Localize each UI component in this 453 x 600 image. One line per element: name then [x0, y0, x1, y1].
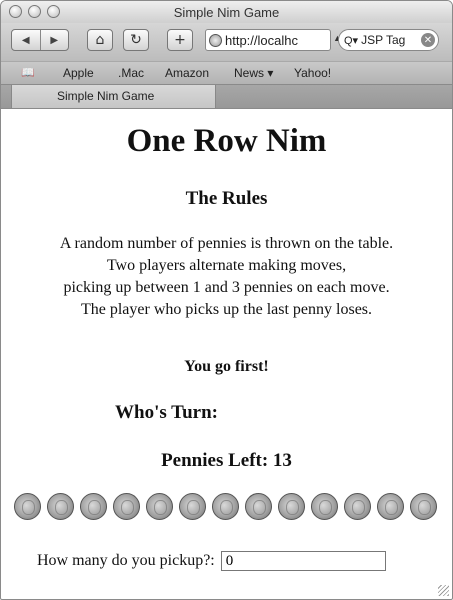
bookmark-mac[interactable]: .Mac [118, 66, 144, 80]
reload-icon: ↻ [130, 32, 142, 48]
go-first-message: You go first! [184, 358, 269, 375]
whose-turn-label: Who's Turn: [115, 402, 218, 423]
rules-line: The player who picks up the last penny l… [80, 301, 373, 318]
back-arrow-icon[interactable]: ◀ [12, 35, 40, 46]
window-title: Simple Nim Game [173, 5, 280, 20]
search-text: JSP Tag [361, 33, 406, 47]
pickup-label: How many do you pickup?: [37, 552, 215, 569]
search-field[interactable]: Q▾ JSP Tag ✕ [338, 29, 439, 51]
tab-simple-nim-game[interactable]: Simple Nim Game [11, 85, 216, 108]
rules-heading: The Rules [185, 188, 268, 209]
page-content: One Row Nim The Rules A random number of… [1, 109, 452, 599]
tab-bar: Simple Nim Game [1, 84, 452, 109]
home-icon: ⌂ [95, 32, 105, 48]
bookmark-apple[interactable]: Apple [63, 66, 94, 80]
penny-icon [14, 493, 41, 520]
resize-grip-icon[interactable] [438, 585, 449, 596]
rules-line: A random number of pennies is thrown on … [59, 235, 394, 252]
penny-icon [410, 493, 437, 520]
bookmark-amazon[interactable]: Amazon [165, 66, 209, 80]
forward-arrow-icon[interactable]: ▶ [41, 35, 69, 46]
penny-icon [212, 493, 239, 520]
rules-line: picking up between 1 and 3 pennies on ea… [63, 279, 390, 296]
toolbar: ◀ ▶ ⌂ ↻ + http://localhc ▲ Q▾ JSP Tag ✕ [1, 23, 452, 61]
penny-icon [344, 493, 371, 520]
penny-icon [245, 493, 272, 520]
title-bar: Simple Nim Game [1, 1, 452, 23]
browser-window: Simple Nim Game ◀ ▶ ⌂ ↻ + http://localhc… [0, 0, 453, 600]
search-icon: Q▾ [344, 34, 359, 47]
penny-icon [47, 493, 74, 520]
penny-icon [377, 493, 404, 520]
pickup-form: How many do you pickup?: [37, 551, 386, 571]
penny-icon [278, 493, 305, 520]
pennies-row [14, 493, 437, 520]
add-bookmark-button[interactable]: + [167, 29, 193, 51]
penny-icon [113, 493, 140, 520]
plus-icon: + [174, 32, 186, 48]
penny-icon [80, 493, 107, 520]
home-button[interactable]: ⌂ [87, 29, 113, 51]
bookmarks-book-icon[interactable]: 📖 [21, 66, 35, 79]
clear-search-icon[interactable]: ✕ [421, 33, 435, 47]
penny-icon [311, 493, 338, 520]
penny-icon [179, 493, 206, 520]
bookmark-yahoo[interactable]: Yahoo! [294, 66, 331, 80]
bookmark-news-menu[interactable]: News ▾ [234, 66, 273, 80]
address-text: http://localhc [225, 32, 298, 48]
penny-icon [146, 493, 173, 520]
globe-icon [209, 33, 222, 47]
reload-button[interactable]: ↻ [123, 29, 149, 51]
back-forward-buttons: ◀ ▶ [11, 29, 69, 51]
page-title: One Row Nim [126, 123, 327, 159]
pennies-left-count: Pennies Left: 13 [161, 450, 292, 471]
rules-text: A random number of pennies is thrown on … [1, 233, 452, 321]
bookmarks-bar: 📖 Apple .Mac Amazon News ▾ Yahoo! [1, 61, 452, 84]
rules-line: Two players alternate making moves, [106, 257, 347, 274]
pickup-input[interactable] [220, 551, 386, 571]
address-bar[interactable]: http://localhc [205, 29, 331, 51]
